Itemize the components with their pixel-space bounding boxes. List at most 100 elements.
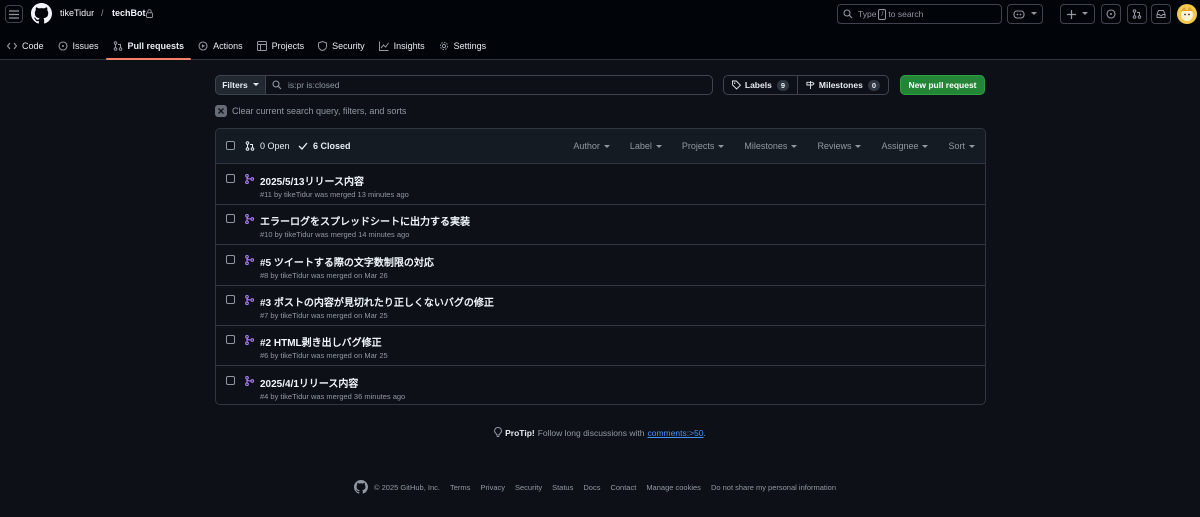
git-merge-icon xyxy=(245,375,254,386)
breadcrumb-repo[interactable]: techBot xyxy=(112,8,146,18)
label-dropdown[interactable]: Label xyxy=(630,141,662,151)
git-merge-icon xyxy=(245,214,254,225)
issue-opened-icon xyxy=(1106,9,1116,19)
open-count: 0 Open xyxy=(260,141,290,151)
create-new-button[interactable] xyxy=(1060,4,1095,24)
footer-link-security[interactable]: Security xyxy=(515,483,542,492)
projects-dropdown[interactable]: Projects xyxy=(682,141,725,151)
plus-icon xyxy=(1067,9,1076,19)
clear-filters-link[interactable]: Clear current search query, filters, and… xyxy=(215,105,406,117)
milestones-count: 0 xyxy=(867,79,880,91)
footer-link-manage-cookies[interactable]: Manage cookies xyxy=(646,483,701,492)
pull-request-list: 0 Open 6 Closed Author Label Projects Mi… xyxy=(215,128,986,405)
pr-meta: #4 by tikeTidur was merged 36 minutes ag… xyxy=(260,391,406,401)
table-row[interactable]: 2025/4/1リリース内容 #4 by tikeTidur was merged… xyxy=(216,367,985,405)
tab-code[interactable]: Code xyxy=(0,36,51,56)
tab-issues[interactable]: Issues xyxy=(51,36,106,56)
git-merge-icon xyxy=(245,294,254,305)
protip-text: Follow long discussions with xyxy=(537,427,645,438)
filters-label: Filters xyxy=(222,80,248,90)
milestones-button[interactable]: Milestones 0 xyxy=(797,75,889,95)
table-row[interactable]: #2 HTML剥き出しバグ修正 #6 by tikeTidur was merge… xyxy=(216,326,985,367)
search-suffix: to search xyxy=(888,9,924,19)
github-logo-icon[interactable] xyxy=(354,480,368,494)
pr-title[interactable]: 2025/5/13リリース内容 xyxy=(260,173,364,188)
row-checkbox[interactable] xyxy=(226,254,235,264)
sort-dropdown[interactable]: Sort xyxy=(948,141,975,151)
footer-link-contact[interactable]: Contact xyxy=(610,483,636,492)
row-checkbox[interactable] xyxy=(226,335,235,345)
copilot-icon xyxy=(1013,10,1025,19)
select-all-checkbox[interactable] xyxy=(226,141,235,150)
footer-link-status[interactable]: Status xyxy=(552,483,573,492)
tab-insights-label: Insights xyxy=(393,41,425,51)
global-search-input[interactable]: Type / to search xyxy=(837,4,1002,24)
milestone-icon xyxy=(806,80,815,90)
tab-security[interactable]: Security xyxy=(311,36,372,56)
pr-meta: #10 by tikeTidur was merged 14 minutes a… xyxy=(260,230,410,240)
search-input[interactable]: is:pr is:closed xyxy=(265,75,713,95)
author-dropdown[interactable]: Author xyxy=(573,141,610,151)
protip-end: . xyxy=(703,427,706,438)
pull-request-icon xyxy=(1132,9,1142,19)
tab-pull-requests[interactable]: Pull requests xyxy=(105,36,192,60)
footer-link-terms[interactable]: Terms xyxy=(450,483,470,492)
issue-opened-icon xyxy=(57,41,68,51)
pull-request-icon xyxy=(245,141,255,151)
pr-meta: #6 by tikeTidur was merged on Mar 25 xyxy=(260,351,388,361)
pr-title[interactable]: エラーログをスプレッドシートに出力する実装 xyxy=(260,213,470,228)
tab-insights[interactable]: Insights xyxy=(372,36,432,56)
assignee-dropdown[interactable]: Assignee xyxy=(881,141,928,151)
protip-link[interactable]: comments:>50 xyxy=(648,428,704,438)
new-pull-request-button[interactable]: New pull request xyxy=(900,75,985,95)
table-row[interactable]: #3 ポストの内容が見切れたり正しくないバグの修正 #7 by tikeTidur… xyxy=(216,286,985,326)
open-filter[interactable]: 0 Open xyxy=(245,141,290,151)
row-checkbox[interactable] xyxy=(226,174,235,183)
table-row[interactable]: エラーログをスプレッドシートに出力する実装 #10 by tikeTidur wa… xyxy=(216,205,985,246)
tab-projects-label: Projects xyxy=(271,41,305,51)
pull-request-icon xyxy=(113,41,122,51)
footer-link-do-not-share[interactable]: Do not share my personal information xyxy=(711,483,836,492)
closed-filter[interactable]: 6 Closed xyxy=(298,141,351,151)
table-row[interactable]: #5 ツイートする際の文字数制限の対応 #8 by tikeTidur was m… xyxy=(216,246,985,286)
filters-button[interactable]: Filters xyxy=(215,75,266,95)
row-checkbox[interactable] xyxy=(226,294,235,304)
tab-projects[interactable]: Projects xyxy=(250,36,312,56)
tab-security-label: Security xyxy=(332,41,365,51)
labels-button[interactable]: Labels 9 xyxy=(723,75,798,95)
gear-icon xyxy=(439,41,448,51)
pr-title[interactable]: 2025/4/1リリース内容 xyxy=(260,375,358,390)
search-prefix: Type xyxy=(858,9,877,19)
row-checkbox[interactable] xyxy=(226,375,235,385)
row-checkbox[interactable] xyxy=(226,214,235,224)
pr-title[interactable]: #3 ポストの内容が見切れたり正しくないバグの修正 xyxy=(260,294,494,309)
footer-link-privacy[interactable]: Privacy xyxy=(480,483,505,492)
tab-issues-label: Issues xyxy=(72,41,99,51)
copilot-button[interactable] xyxy=(1007,4,1043,24)
milestones-dropdown[interactable]: Milestones xyxy=(744,141,797,151)
table-row[interactable]: 2025/5/13リリース内容 #11 by tikeTidur was merg… xyxy=(216,165,985,205)
reviews-dropdown[interactable]: Reviews xyxy=(817,141,861,151)
inbox-button[interactable] xyxy=(1151,4,1171,24)
milestones-label: Milestones xyxy=(818,80,863,90)
github-logo-icon[interactable] xyxy=(31,3,52,24)
repo-tabs: Code Issues Pull requests Actions Projec… xyxy=(0,36,493,60)
tab-actions[interactable]: Actions xyxy=(191,36,250,56)
breadcrumb-separator: / xyxy=(101,8,104,18)
table-icon xyxy=(256,41,267,51)
pull-requests-button[interactable] xyxy=(1127,4,1147,24)
protip: ProTip! Follow long discussions with com… xyxy=(0,427,1200,438)
pr-title[interactable]: #2 HTML剥き出しバグ修正 xyxy=(260,334,382,349)
labels-count: 9 xyxy=(776,79,789,91)
tab-settings[interactable]: Settings xyxy=(432,36,494,56)
menu-button[interactable] xyxy=(5,5,23,23)
tab-settings-label: Settings xyxy=(453,41,487,51)
breadcrumb-owner[interactable]: tikeTidur xyxy=(60,8,94,18)
search-icon xyxy=(272,80,282,90)
git-merge-icon xyxy=(245,174,254,184)
avatar[interactable] xyxy=(1177,4,1197,24)
pr-title[interactable]: #5 ツイートする際の文字数制限の対応 xyxy=(260,254,434,269)
footer-link-docs[interactable]: Docs xyxy=(583,483,600,492)
issues-button[interactable] xyxy=(1101,4,1121,24)
lock-icon xyxy=(146,9,153,18)
